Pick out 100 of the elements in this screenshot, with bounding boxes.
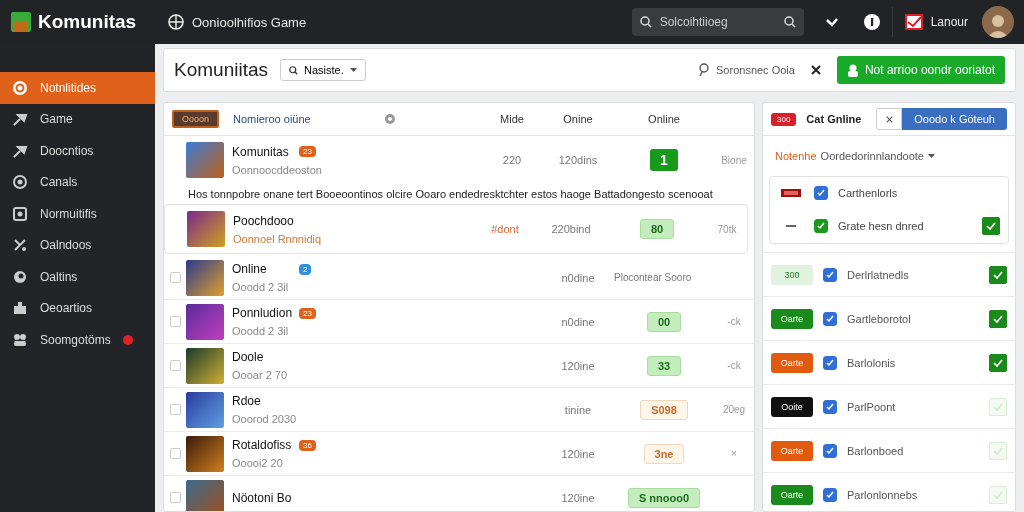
game-title[interactable]: Komunitas — [232, 144, 294, 159]
check-icon — [986, 220, 996, 231]
menu-icon — [12, 268, 28, 285]
search-field[interactable]: Solcoihtiioeg — [657, 14, 778, 30]
chevron-icon[interactable] — [825, 17, 838, 27]
section-label: Notenhe — [775, 150, 817, 162]
option-checkbox[interactable] — [823, 267, 837, 282]
filter-dropdown[interactable]: Nasiste. — [280, 59, 366, 81]
game-subtitle: Ooodd 2 3il — [232, 325, 290, 337]
game-subtitle: Oonnoocddeoston — [232, 163, 323, 176]
table-row[interactable]: Rotaldofiss 36 Ooooi2 20 120ine 3ne × — [164, 432, 754, 476]
column-header[interactable]: Online — [614, 113, 714, 125]
sidebar-item[interactable]: Soomgotöms — [0, 324, 155, 356]
logo-icon — [10, 11, 32, 33]
sidebar-item[interactable]: Canals — [0, 166, 155, 198]
row-description: Hos tonnpobre onane tert Booeoontinos olcire Ooaro endedresktchter estos haoge Battadongesto scenooat — [187, 187, 714, 202]
caret-icon — [349, 68, 357, 72]
table-cell-text: × — [730, 448, 738, 459]
search-icon[interactable] — [783, 16, 796, 28]
check-icon — [826, 490, 834, 499]
option-checkbox[interactable] — [823, 311, 837, 326]
table-cell-text: tinine — [563, 403, 593, 416]
game-subtitle: Ooodd 2 3il — [232, 281, 290, 293]
menu-icon — [12, 300, 28, 317]
option-checkbox[interactable] — [814, 218, 828, 233]
location-label: Soronsnec Ooia — [716, 64, 795, 76]
status-tag: Ooite — [771, 396, 813, 417]
check-icon — [993, 489, 1003, 500]
game-title[interactable]: Online — [232, 262, 294, 276]
sidebar-item[interactable]: Notnlitides — [0, 72, 155, 104]
row-checkbox[interactable] — [169, 404, 181, 415]
confirm-checkbox[interactable] — [989, 309, 1007, 328]
check-icon — [993, 269, 1003, 280]
game-thumbnail — [186, 303, 224, 340]
option-checkbox[interactable] — [814, 185, 828, 200]
table-row[interactable]: Doole Oooar 2 70 120ine 33 -ck — [164, 344, 754, 388]
row-checkbox[interactable] — [169, 448, 181, 459]
option-label: Barlonboed — [847, 444, 905, 457]
table-row[interactable]: Rdoe Ooorod 2030 tinine S098 20eg — [164, 388, 754, 432]
option-checkbox[interactable] — [823, 355, 837, 370]
option-checkbox[interactable] — [823, 487, 837, 502]
column-header[interactable]: Onine — [542, 113, 614, 125]
count-pill: 00 — [646, 311, 682, 332]
table-link[interactable]: Nomieroo oiüne — [233, 113, 311, 125]
info-icon[interactable] — [863, 14, 880, 30]
nested-card[interactable]: Poochdooo Oonnoel Rnnnidiq #dont 220bind 80 70tk — [164, 204, 748, 254]
check-icon — [826, 446, 834, 455]
user-icon — [846, 63, 859, 77]
status-tag: Oarte — [771, 352, 813, 373]
row-checkbox[interactable] — [169, 360, 181, 371]
user-name[interactable]: Lanour — [930, 15, 968, 29]
sidebar-item[interactable]: Oeoartios — [0, 292, 155, 324]
option-label: Gartleborotol — [847, 312, 912, 325]
game-title[interactable]: Rotaldofiss — [232, 438, 294, 452]
sidebar-item[interactable]: Game — [0, 103, 155, 135]
confirm-checkbox[interactable] — [989, 265, 1007, 284]
sidebar-item[interactable]: Oaltins — [0, 261, 155, 293]
search-box[interactable]: Solcoihtiioeg — [631, 8, 804, 36]
game-thumbnail — [186, 259, 224, 296]
table-row[interactable]: Online 2 Ooodd 2 3il n0dine Plocontear Sooro — [164, 256, 754, 300]
game-title[interactable]: Nöotoni Bo — [232, 490, 294, 505]
row-checkbox[interactable] — [169, 316, 181, 327]
caret-icon — [927, 154, 935, 158]
menu-icon — [12, 237, 28, 254]
table-row[interactable]: Nöotoni Bo 120ine S nnooo0 — [164, 476, 754, 511]
game-title[interactable]: Poochdooo — [233, 213, 295, 228]
game-subtitle: Oooar 2 70 — [232, 369, 289, 381]
count-badge: 23 — [299, 307, 316, 319]
menu-icon — [12, 331, 28, 348]
panel-title: Cat Gnline — [806, 113, 863, 125]
sidebar-item[interactable]: Doocntios — [0, 135, 155, 167]
option-label: ParlPoont — [847, 400, 897, 413]
confirm-checkbox[interactable] — [982, 216, 1000, 235]
game-title[interactable]: Rdoe — [232, 394, 294, 408]
game-title[interactable]: Doole — [232, 350, 294, 364]
game-subtitle: Ooorod 2030 — [232, 413, 298, 425]
game-title[interactable]: Ponnludion — [232, 306, 294, 320]
check-icon — [993, 357, 1003, 368]
count-pill: S098 — [640, 399, 688, 420]
table-cell-text: 20eg — [721, 404, 747, 415]
count-pill: 1 — [650, 149, 678, 171]
app-logo[interactable]: Komunitas — [38, 11, 137, 33]
sidebar-item[interactable]: Oalndoos — [0, 229, 155, 261]
option-checkbox[interactable] — [823, 399, 837, 414]
count-pill: 3ne — [643, 443, 685, 464]
section-value[interactable]: Oordedorinnlandoote — [820, 150, 924, 162]
count-badge: 2 — [299, 263, 312, 275]
row-checkbox[interactable] — [169, 492, 181, 503]
row-checkbox[interactable] — [169, 272, 181, 283]
close-button[interactable] — [876, 108, 903, 130]
sidebar-item[interactable]: Normuitifis — [0, 198, 155, 230]
panel-button[interactable]: Ooodo k Göteuh — [902, 108, 1007, 130]
menu-icon — [12, 111, 28, 128]
option-checkbox[interactable] — [823, 443, 837, 458]
table-row[interactable]: Ponnludion 23 Ooodd 2 3il n0dine 00 -ck — [164, 300, 754, 344]
confirm-checkbox[interactable] — [989, 353, 1007, 372]
avatar[interactable] — [982, 6, 1014, 38]
column-header[interactable]: Mide — [482, 113, 542, 125]
option-label: Carthenlorls — [838, 186, 899, 199]
table-row[interactable]: Komunitas 23 Oonnoocddeoston 220 120dins 1 Bione — [164, 136, 754, 184]
